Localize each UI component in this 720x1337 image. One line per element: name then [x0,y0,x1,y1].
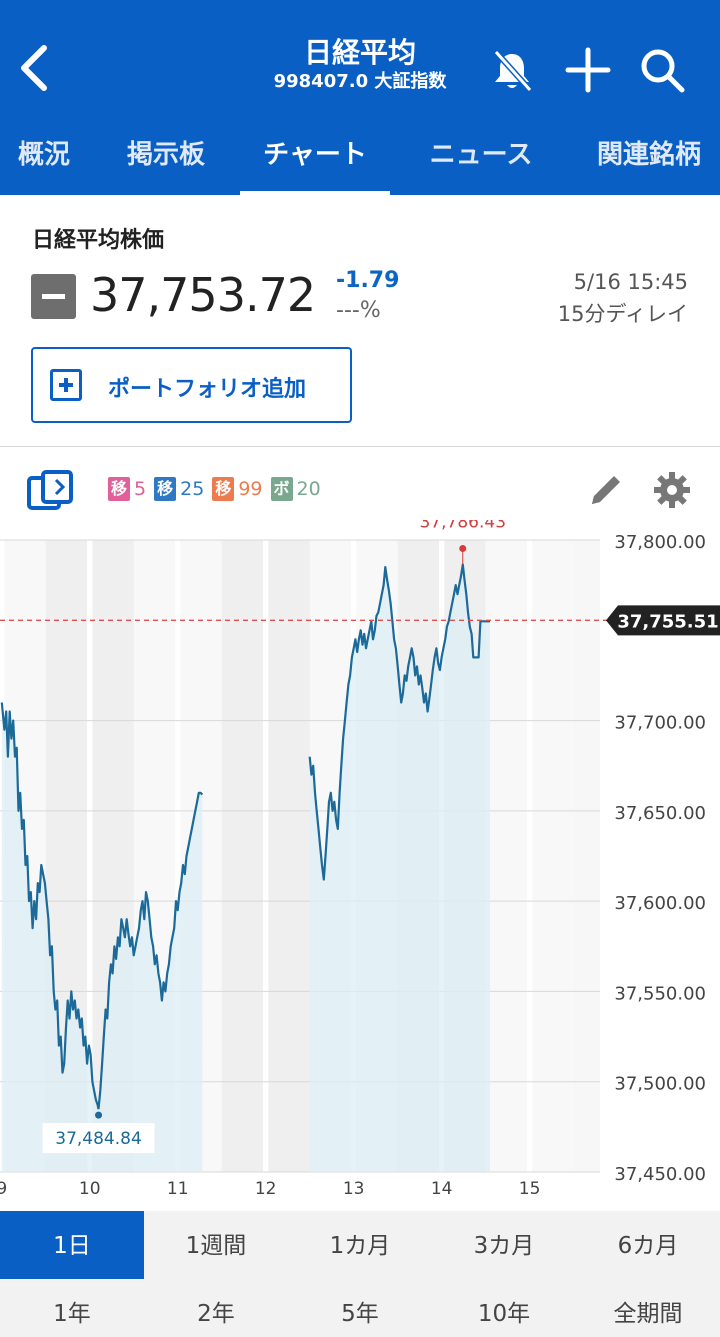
period-button[interactable]: 2年 [144,1279,288,1337]
x-tick-label: 13 [343,1179,365,1199]
indicator-0[interactable]: 移5 [108,477,146,501]
quote-delay: 15分ディレイ [557,302,688,326]
y-tick-label: 37,600.00 [614,893,706,914]
chart-switch-icon[interactable] [26,468,74,512]
period-button[interactable]: 10年 [432,1279,576,1337]
top-bar: 日経平均 998407.0 大証指数 概況 掲示板 チャート ニュース 関連銘柄 [0,0,720,195]
add-portfolio-button[interactable]: ポートフォリオ追加 [31,347,352,423]
indicator-tag: ボ [270,477,293,501]
period-button[interactable]: 1日 [0,1211,144,1279]
y-tick-label: 37,550.00 [614,983,706,1004]
page-subtitle: 998407.0 大証指数 [273,71,447,92]
indicator-tag: 移 [108,477,131,501]
period-button[interactable]: 全期間 [576,1279,720,1337]
x-tick-label: 10 [79,1179,101,1199]
indicator-value: 5 [134,478,147,500]
period-button[interactable]: 6カ月 [576,1211,720,1279]
tab-label: ニュース [429,140,533,170]
price-value: 37,753.72 [90,268,316,322]
add-portfolio-label: ポートフォリオ追加 [108,377,307,402]
page-title: 日経平均 [303,36,416,69]
quote-time: 5/16 15:45 [573,270,688,294]
title-block: 日経平均 998407.0 大証指数 [220,36,500,94]
indicator-tag: 移 [212,477,235,501]
tab-underline [240,191,390,195]
low-label: 37,484.84 [55,1129,142,1149]
period-button[interactable]: 1年 [0,1279,144,1337]
gear-icon[interactable] [652,470,692,510]
y-tick-label: 37,700.00 [614,713,706,734]
x-tick-label: 14 [431,1179,453,1199]
indicator-value: 25 [180,478,205,500]
low-marker [95,1111,103,1119]
tab-label: 関連銘柄 [596,140,701,170]
tab-3[interactable]: ニュース [408,128,554,195]
x-tick-label: 12 [255,1179,277,1199]
indicator-list[interactable]: 移 5 移 25 移 99 ボ 20 [108,477,329,503]
tab-1[interactable]: 掲示板 [108,128,224,195]
indicator-value: 99 [238,478,263,500]
high-marker [459,545,467,553]
y-tick-label: 37,800.00 [614,532,706,553]
search-icon[interactable] [638,46,686,94]
quote-name: 日経平均株価 [32,228,165,253]
price-chart[interactable]: 37,450.00 37,500.00 37,550.00 37,600.00 37,6… [0,520,720,1210]
tab-label: 掲示板 [126,140,205,170]
x-tick-label: 11 [167,1179,189,1199]
y-tick-label: 37,650.00 [614,803,706,824]
y-tick-label: 37,450.00 [614,1164,706,1185]
back-icon[interactable] [14,40,54,96]
bell-off-icon[interactable] [488,46,536,94]
section-divider [0,446,720,447]
y-tick-label: 37,500.00 [614,1074,706,1095]
price-change-pct: ---% [336,298,381,323]
tab-0[interactable]: 概況 [0,128,88,195]
plus-square-icon [50,369,82,401]
tab-4[interactable]: 関連銘柄 [578,128,720,195]
x-tick-label: 15 [519,1179,541,1199]
minus-icon [31,274,76,319]
indicator-2[interactable]: 移 99 [212,477,263,501]
tab-bar: 概況 掲示板 チャート ニュース 関連銘柄 [0,128,720,195]
tab-2[interactable]: チャート [240,128,390,195]
indicator-1[interactable]: 移 25 [154,477,204,501]
day-gap [263,540,269,1172]
period-button[interactable]: 3カ月 [432,1211,576,1279]
pencil-icon[interactable] [586,470,626,510]
tab-label: 概況 [17,140,70,170]
indicator-3[interactable]: ボ 20 [270,477,321,501]
period-button[interactable]: 1週間 [144,1211,288,1279]
current-price-label: 37,755.51 [617,611,718,632]
indicator-tag: 移 [154,477,177,501]
x-tick-label: 9 [0,1179,7,1199]
indicator-value: 20 [296,478,321,500]
tab-label: チャート [263,140,367,170]
add-icon[interactable] [564,46,612,94]
period-selector: 1日 1週間 1カ月 3カ月 6カ月 1年 2年 5年 10年 全期間 [0,1211,720,1337]
price-change: -1.79 [336,268,400,293]
period-button[interactable]: 5年 [288,1279,432,1337]
period-button[interactable]: 1カ月 [288,1211,432,1279]
high-label: 37,786.43 [419,520,506,533]
day-gap [526,540,533,1172]
